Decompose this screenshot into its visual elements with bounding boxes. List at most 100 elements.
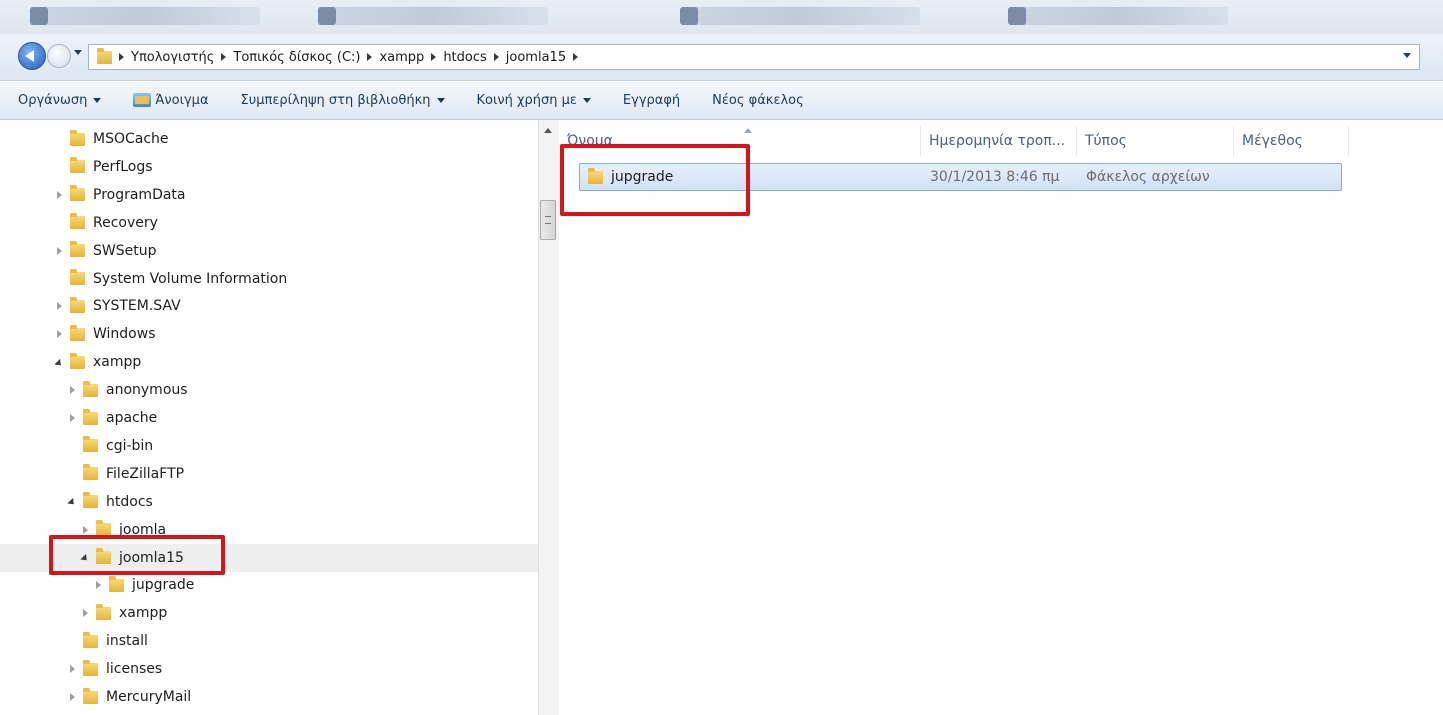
tree-item-label: install (106, 633, 148, 650)
tree-item[interactable]: jupgrade (0, 571, 538, 599)
command-label: Εγγραφή (622, 92, 681, 108)
scroll-up-icon[interactable] (544, 128, 552, 133)
folder-icon (70, 185, 85, 202)
command-button[interactable]: Κοινή χρήση με (477, 93, 591, 108)
collapsed-arrow-icon[interactable] (67, 385, 77, 395)
tab-icon (30, 7, 48, 25)
collapsed-arrow-icon[interactable] (80, 608, 90, 618)
tree-item[interactable]: SYSTEM.SAV (0, 292, 538, 320)
highlight-box-file (560, 144, 750, 216)
column-header-type[interactable]: Τύπος (1077, 126, 1234, 156)
breadcrumb-item[interactable]: Υπολογιστής (131, 50, 214, 65)
window-tab[interactable] (318, 7, 548, 25)
collapsed-arrow-icon[interactable] (93, 580, 103, 590)
tree-item[interactable]: htdocs (0, 488, 538, 516)
tree-item[interactable]: SWSetup (0, 237, 538, 265)
folder-icon (83, 464, 98, 481)
tree-item-label: apache (106, 410, 158, 426)
tree-item-label: SWSetup (93, 242, 157, 259)
tree-item[interactable]: MSOCache (0, 125, 538, 153)
command-bar: Οργάνωση Άνοιγμα Συμπερίληψη στη βιβλιοθήκ… (0, 81, 1443, 120)
folder-icon (70, 296, 85, 313)
forward-arrow-icon[interactable] (47, 44, 71, 68)
tree-item[interactable]: cgi-bin (0, 432, 538, 460)
back-arrow-icon[interactable] (18, 42, 46, 70)
folder-icon (83, 436, 98, 453)
tree-item[interactable]: xampp (0, 599, 538, 627)
command-label: Άνοιγμα (155, 92, 209, 108)
file-type: Φάκελος αρχείων (1086, 169, 1210, 185)
collapsed-arrow-icon[interactable] (67, 692, 77, 702)
folder-icon (70, 269, 85, 285)
chevron-right-icon[interactable] (493, 52, 499, 61)
tree-item-label: System Volume Information (93, 270, 288, 287)
expanded-arrow-icon[interactable] (54, 357, 64, 367)
tree-item-label: htdocs (106, 493, 153, 510)
command-button[interactable]: Εγγραφή (623, 93, 680, 108)
scrollbar-thumb[interactable] (540, 200, 556, 240)
tree-item[interactable]: ProgramData (0, 181, 538, 209)
address-field[interactable]: Υπολογιστής Τοπικός δίσκος (C:) xampp htdoc… (88, 44, 1420, 70)
collapsed-arrow-icon[interactable] (54, 301, 64, 311)
command-label: Κοινή χρήση με (476, 92, 577, 108)
command-button[interactable]: Συμπερίληψη στη βιβλιοθήκη (241, 93, 445, 108)
command-button[interactable]: Οργάνωση (18, 92, 102, 108)
tree-item[interactable]: licenses (0, 655, 538, 683)
tree-item-label: licenses (106, 661, 163, 678)
collapsed-arrow-icon[interactable] (67, 413, 77, 423)
chevron-right-icon[interactable] (367, 52, 373, 61)
collapsed-arrow-icon[interactable] (67, 664, 77, 674)
command-label: Νέος φάκελος (712, 92, 804, 108)
column-header-type-label: Τύπος (1085, 133, 1127, 149)
tree-item[interactable]: install (0, 627, 538, 655)
chevron-right-icon[interactable] (573, 52, 579, 61)
tree-item[interactable]: System Volume Information (0, 265, 538, 293)
folder-icon (70, 129, 85, 146)
folder-icon (83, 380, 98, 397)
window-tab[interactable] (680, 7, 920, 25)
window-tab[interactable] (30, 7, 260, 25)
column-header-date-label: Ημερομηνία τροπ... (929, 133, 1066, 149)
window-tab[interactable] (1008, 7, 1228, 25)
breadcrumb-item[interactable]: joomla15 (506, 50, 566, 65)
tree-item[interactable]: Recovery (0, 209, 538, 237)
command-button[interactable]: Άνοιγμα (133, 92, 209, 108)
tree-item-label: Recovery (93, 214, 158, 231)
command-button[interactable]: Νέος φάκελος (712, 93, 804, 108)
tree-item[interactable]: xampp (0, 348, 538, 376)
collapsed-arrow-icon[interactable] (80, 525, 90, 535)
folder-icon (70, 324, 85, 341)
chevron-right-icon[interactable] (431, 52, 437, 61)
breadcrumb-item[interactable]: xampp (379, 50, 424, 65)
folder-icon (83, 687, 98, 704)
collapsed-arrow-icon[interactable] (54, 329, 64, 339)
chevron-right-icon[interactable] (221, 52, 227, 61)
tree-item[interactable]: Windows (0, 320, 538, 348)
chevron-down-icon (93, 97, 102, 103)
folder-icon (70, 352, 85, 369)
tree-item-label: jupgrade (132, 577, 195, 594)
column-header-date[interactable]: Ημερομηνία τροπ... (921, 126, 1077, 156)
folder-icon (83, 631, 98, 648)
tree-item[interactable]: anonymous (0, 376, 538, 404)
collapsed-arrow-icon[interactable] (54, 190, 64, 200)
breadcrumb-item[interactable]: htdocs (443, 50, 486, 65)
recent-pages-dropdown-icon[interactable] (74, 50, 82, 55)
address-history-dropdown-icon[interactable] (1403, 53, 1411, 58)
collapsed-arrow-icon[interactable] (54, 246, 64, 256)
tree-item[interactable]: MercuryMail (0, 683, 538, 711)
tree-item[interactable]: FileZillaFTP (0, 460, 538, 488)
tree-item[interactable]: apache (0, 404, 538, 432)
navigation-scrollbar[interactable] (538, 120, 560, 715)
column-header-size[interactable]: Μέγεθος (1234, 126, 1349, 156)
breadcrumb: Υπολογιστής Τοπικός δίσκος (C:) xampp htdoc… (112, 50, 585, 65)
chevron-right-icon[interactable] (119, 52, 124, 61)
breadcrumb-item[interactable]: Τοπικός δίσκος (C:) (233, 50, 360, 65)
command-label: Οργάνωση (18, 92, 88, 108)
tree-item[interactable]: PerfLogs (0, 153, 538, 181)
command-label: Συμπερίληψη στη βιβλιοθήκη (240, 92, 431, 108)
expanded-arrow-icon[interactable] (67, 497, 77, 507)
